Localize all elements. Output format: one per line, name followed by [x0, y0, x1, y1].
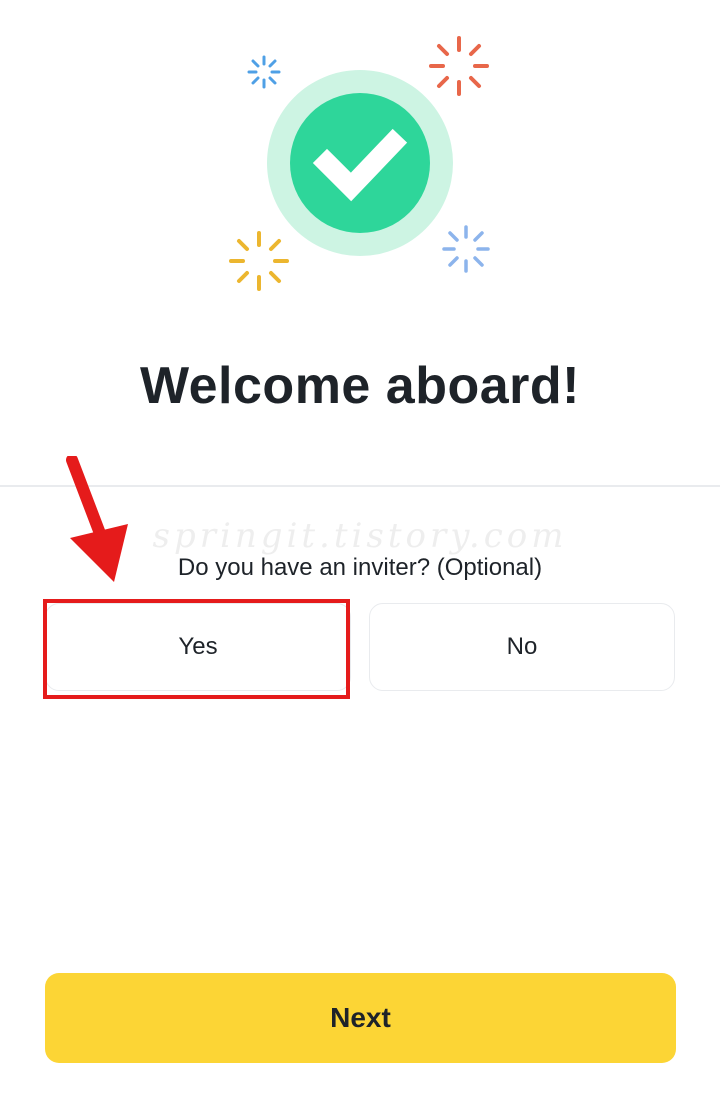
sparkle-icon [247, 55, 281, 89]
no-button-label: No [506, 633, 538, 660]
inviter-question: Do you have an inviter? (Optional) [177, 554, 543, 581]
watermark: springit.tistory.com [152, 516, 568, 556]
success-graphic [229, 36, 490, 291]
sparkle-icon [442, 225, 490, 273]
yes-button[interactable]: Yes [45, 603, 351, 691]
no-button[interactable]: No [369, 603, 675, 691]
next-button-label: Next [330, 1002, 391, 1033]
check-circle [290, 93, 430, 233]
next-button[interactable]: Next [45, 973, 676, 1063]
success-illustration [0, 0, 720, 320]
sparkle-icon [429, 36, 489, 96]
sparkle-icon [229, 231, 289, 291]
welcome-screen: Welcome aboard! springit.tistory.com Do … [0, 0, 720, 1093]
yes-button-label: Yes [178, 633, 218, 660]
page-title: Welcome aboard! [140, 357, 580, 415]
divider [0, 485, 720, 487]
